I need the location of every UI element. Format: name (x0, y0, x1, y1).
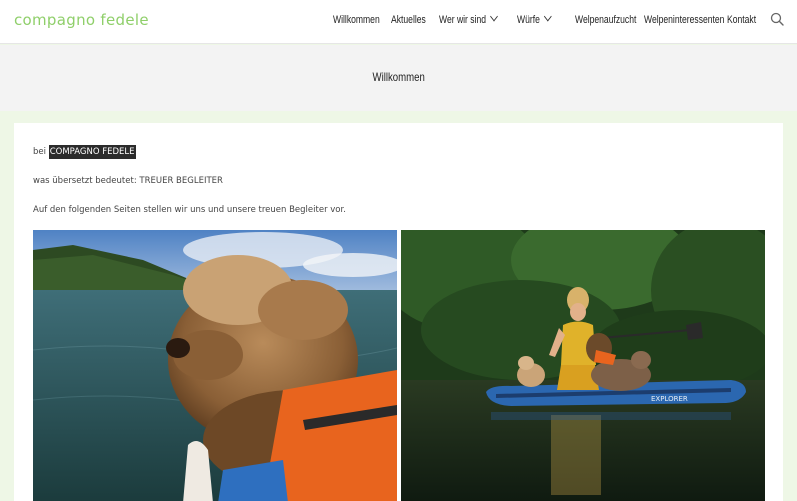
nav-item-wuerfe-label: Würfe (517, 14, 540, 26)
page-title-text: Willkommen (372, 70, 425, 84)
chevron-down-icon (490, 11, 499, 22)
photo-sup-dogs[interactable]: EXPLORER (401, 230, 765, 501)
site-header: compagno fedele Willkommen Aktuelles Wer… (0, 0, 797, 44)
nav-item-aktuelles[interactable]: Aktuelles (391, 14, 426, 26)
page-title-band: Willkommen (0, 45, 797, 111)
content-card: bei COMPAGNO FEDELE was übersetzt bedeut… (14, 123, 783, 501)
nav-item-welpenaufzucht[interactable]: Welpenaufzucht (575, 14, 636, 26)
nav-item-willkommen[interactable]: Willkommen (333, 14, 380, 26)
photo-sup-dogs-image: EXPLORER (401, 230, 765, 501)
page-title: Willkommen (0, 70, 797, 84)
chevron-down-icon (544, 11, 552, 22)
nav-item-wuerfe[interactable]: Würfe (517, 11, 552, 26)
intro-highlight: COMPAGNO FEDELE (48, 145, 136, 159)
board-brand-text: EXPLORER (651, 395, 688, 403)
intro-line-3: Auf den folgenden Seiten stellen wir uns… (33, 205, 346, 215)
intro-prefix: bei (33, 147, 46, 157)
main-nav: Willkommen Aktuelles Wer wir sind Würfe … (0, 0, 797, 44)
photo-dog-lake-image (33, 230, 397, 501)
search-icon[interactable] (770, 12, 784, 26)
nav-item-kontakt[interactable]: Kontakt (727, 14, 756, 26)
intro-line-2: was übersetzt bedeutet: TREUER BEGLEITER (33, 176, 223, 186)
photo-dog-lake[interactable] (33, 230, 397, 501)
nav-item-wer-wir-sind[interactable]: Wer wir sind (439, 11, 499, 26)
nav-item-wer-wir-sind-label: Wer wir sind (439, 14, 487, 26)
intro-line-1: bei COMPAGNO FEDELE (33, 145, 136, 159)
nav-item-welpeninteressenten[interactable]: Welpeninteressenten (644, 14, 724, 26)
